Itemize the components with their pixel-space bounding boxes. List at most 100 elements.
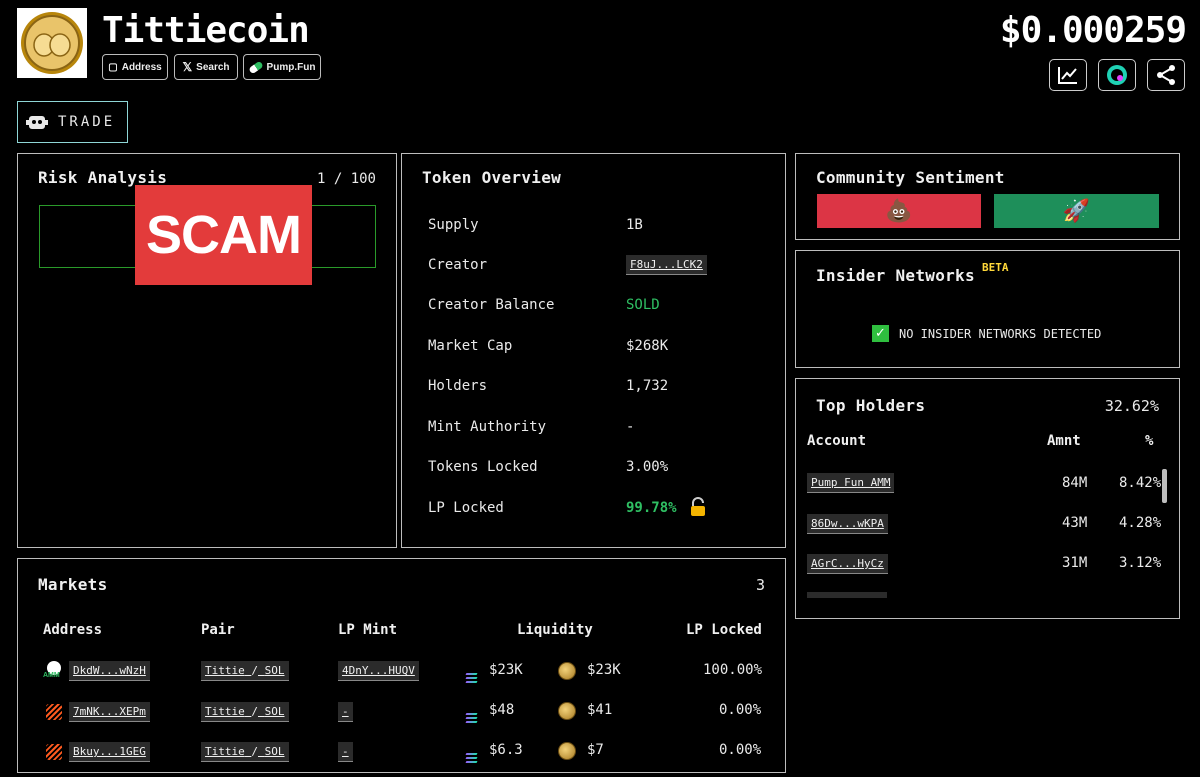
scrollbar-thumb[interactable] bbox=[1162, 469, 1167, 503]
risk-score: 1 / 100 bbox=[316, 171, 376, 187]
vote-good-button[interactable]: 🚀 bbox=[994, 194, 1159, 228]
solana-icon bbox=[465, 747, 478, 766]
sentiment-title: Community Sentiment bbox=[816, 168, 1005, 187]
risk-analysis-panel: Risk Analysis 1 / 100 SCAM bbox=[17, 153, 397, 548]
markets-count: 3 bbox=[755, 576, 765, 594]
holder-account-link[interactable]: AGrC...HyCz bbox=[807, 554, 888, 574]
holders-col-amount: Amnt bbox=[1047, 433, 1081, 449]
x-logo-icon: 𝕏 bbox=[182, 60, 193, 74]
liquidity-token: $7 bbox=[587, 742, 604, 758]
holders-col-pct: % bbox=[1145, 433, 1154, 449]
markets-col-address: Address bbox=[43, 622, 103, 638]
insider-networks-panel: Insider Networks BETA ✓ NO INSIDER NETWO… bbox=[795, 250, 1180, 368]
tokens-locked-value: 3.00% bbox=[626, 459, 669, 475]
creator-balance-value: SOLD bbox=[626, 297, 660, 313]
overview-title: Token Overview bbox=[422, 168, 562, 187]
amm-logo-icon: AMM bbox=[43, 661, 65, 681]
markets-col-lp-mint: LP Mint bbox=[338, 622, 398, 638]
creator-balance-label: Creator Balance bbox=[428, 297, 555, 313]
holders-col-account: Account bbox=[807, 433, 867, 449]
liquidity-token: $41 bbox=[587, 702, 613, 718]
beta-tag: BETA bbox=[982, 261, 1009, 274]
liquidity-sol: $48 bbox=[489, 702, 515, 718]
top-holders-panel: Top Holders 32.62% Account Amnt % Pump F… bbox=[795, 378, 1180, 619]
solana-icon bbox=[465, 707, 478, 726]
bubblemap-icon bbox=[1107, 65, 1127, 85]
holders-scrollbar[interactable] bbox=[1162, 469, 1167, 593]
pill-icon bbox=[247, 60, 264, 74]
token-price: $0.000259 bbox=[999, 10, 1187, 51]
holders-title: Top Holders bbox=[816, 396, 926, 415]
poop-icon: 💩 bbox=[885, 198, 913, 224]
holder-amount: 84M bbox=[1062, 475, 1088, 491]
holder-account-link[interactable]: Pump Fun AMM bbox=[807, 473, 895, 493]
insider-status: ✓ NO INSIDER NETWORKS DETECTED bbox=[872, 325, 1101, 342]
markets-col-pair: Pair bbox=[201, 622, 235, 638]
markets-title: Markets bbox=[38, 575, 108, 594]
holders-value: 1,732 bbox=[626, 378, 669, 394]
token-overview-panel: Token Overview Supply 1B Creator F8uJ...… bbox=[401, 153, 786, 548]
market-address-link[interactable]: DkdW...wNzH bbox=[69, 661, 150, 681]
holder-pct: 3.12% bbox=[1119, 555, 1162, 571]
tokens-locked-label: Tokens Locked bbox=[428, 459, 538, 475]
holder-amount: 43M bbox=[1062, 515, 1088, 531]
insider-title: Insider Networks bbox=[816, 266, 975, 285]
supply-value: 1B bbox=[626, 217, 643, 233]
robot-icon bbox=[26, 116, 48, 129]
market-lp-locked: 0.00% bbox=[719, 702, 762, 718]
share-button[interactable] bbox=[1147, 59, 1185, 91]
creator-label: Creator bbox=[428, 257, 488, 273]
markets-col-lp-locked: LP Locked bbox=[686, 622, 762, 638]
pumpfun-link-button[interactable]: Pump.Fun bbox=[243, 54, 321, 80]
token-coin-icon bbox=[558, 742, 576, 764]
lock-icon bbox=[691, 497, 705, 516]
solana-icon bbox=[465, 667, 478, 686]
markets-col-liquidity: Liquidity bbox=[517, 622, 593, 638]
holders-total: 32.62% bbox=[1104, 397, 1159, 415]
token-coin-icon bbox=[558, 662, 576, 684]
mint-authority-label: Mint Authority bbox=[428, 419, 547, 435]
token-coin-icon bbox=[558, 702, 576, 724]
market-cap-value: $268K bbox=[626, 338, 669, 354]
market-address-link[interactable]: Bkuy...1GEG bbox=[69, 742, 150, 762]
creator-address-link[interactable]: F8uJ...LCK2 bbox=[626, 255, 707, 275]
holder-pct: 8.42% bbox=[1119, 475, 1162, 491]
insider-scrollbar[interactable] bbox=[1171, 301, 1177, 361]
chart-line-icon bbox=[1058, 67, 1077, 84]
lp-mint-link[interactable]: 4DnY...HUQV bbox=[338, 661, 419, 681]
chart-button[interactable] bbox=[1049, 59, 1087, 91]
holder-pct: 4.28% bbox=[1119, 515, 1162, 531]
liquidity-sol: $6.3 bbox=[489, 742, 523, 758]
bubblemap-button[interactable] bbox=[1098, 59, 1136, 91]
market-lp-locked: 100.00% bbox=[703, 662, 763, 678]
markets-panel: Markets 3 Address Pair LP Mint Liquidity… bbox=[17, 558, 786, 773]
supply-label: Supply bbox=[428, 217, 479, 233]
lp-locked-label: LP Locked bbox=[428, 500, 504, 516]
lp-locked-value: 99.78% bbox=[626, 500, 677, 516]
market-lp-locked: 0.00% bbox=[719, 742, 762, 758]
liquidity-token: $23K bbox=[587, 662, 621, 678]
rocket-icon: 🚀 bbox=[1062, 198, 1091, 224]
checkmark-icon: ✓ bbox=[872, 325, 889, 342]
trade-button[interactable]: TRADE bbox=[17, 101, 128, 143]
token-logo bbox=[17, 8, 87, 78]
market-address-link[interactable]: 7mNK...XEPm bbox=[69, 702, 150, 722]
holder-amount: 31M bbox=[1062, 555, 1088, 571]
holders-next-row-clipped bbox=[807, 592, 887, 598]
meteora-logo-icon bbox=[46, 744, 62, 760]
market-cap-label: Market Cap bbox=[428, 338, 513, 354]
mint-authority-value: - bbox=[626, 419, 635, 435]
search-x-button[interactable]: 𝕏 Search bbox=[174, 54, 238, 80]
market-pair-link[interactable]: Tittie / SOL bbox=[201, 742, 289, 762]
holder-account-link[interactable]: 86Dw...wKPA bbox=[807, 514, 888, 534]
address-link-button[interactable]: ▢ Address bbox=[102, 54, 168, 80]
market-pair-link[interactable]: Tittie / SOL bbox=[201, 702, 289, 722]
market-pair-link[interactable]: Tittie / SOL bbox=[201, 661, 289, 681]
community-sentiment-panel: Community Sentiment 💩 🚀 bbox=[795, 153, 1180, 240]
share-icon bbox=[1157, 65, 1175, 85]
vote-bad-button[interactable]: 💩 bbox=[817, 194, 981, 228]
liquidity-sol: $23K bbox=[489, 662, 523, 678]
lp-mint-link[interactable]: - bbox=[338, 702, 353, 722]
lp-mint-link[interactable]: - bbox=[338, 742, 353, 762]
token-name: Tittiecoin bbox=[102, 10, 310, 51]
